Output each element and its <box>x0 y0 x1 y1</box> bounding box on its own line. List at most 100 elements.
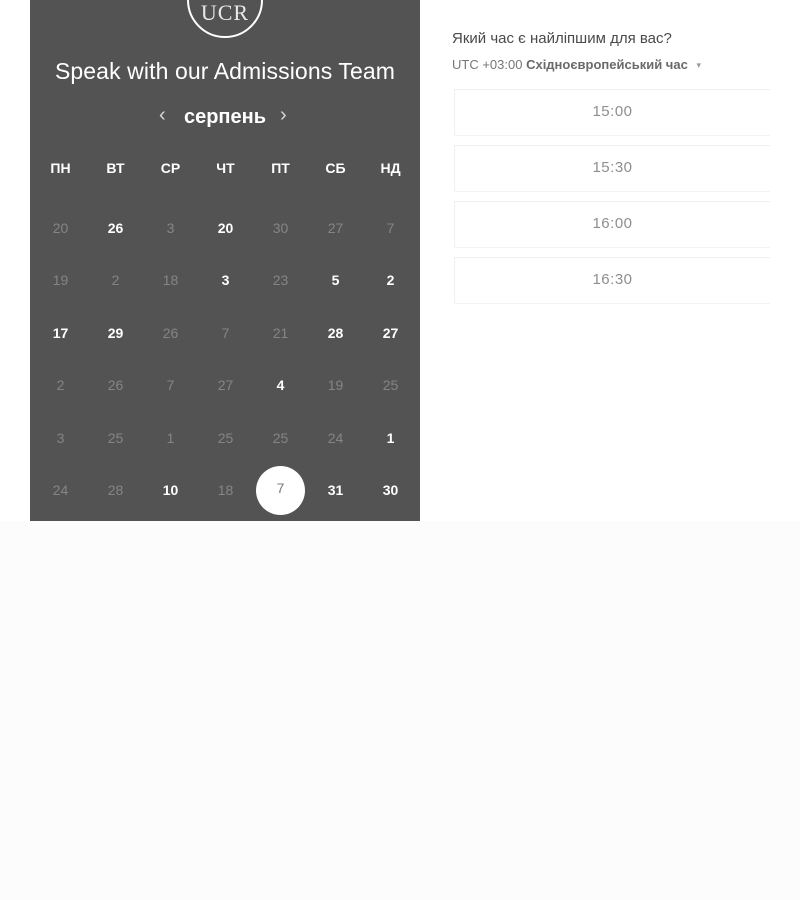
calendar-day: 25 <box>363 359 418 411</box>
calendar-day[interactable]: 3 <box>198 254 253 306</box>
day-number: 28 <box>327 324 344 341</box>
day-number: 2 <box>56 377 65 394</box>
day-number: 30 <box>382 481 399 498</box>
calendar-day: 21 <box>253 307 308 359</box>
calendar-day: 7 <box>143 359 198 411</box>
chevron-right-icon[interactable]: › <box>280 104 287 126</box>
day-number: 7 <box>166 377 175 394</box>
time-slot[interactable]: 16:00 <box>454 201 770 248</box>
calendar-day[interactable]: 26 <box>88 202 143 254</box>
weekday-sat: СБ <box>325 160 346 176</box>
weekday-fri: ПТ <box>271 160 290 176</box>
calendar-day[interactable]: 20 <box>198 202 253 254</box>
day-number: 27 <box>217 377 234 394</box>
day-number: 4 <box>276 377 285 394</box>
calendar-day[interactable]: 29 <box>88 307 143 359</box>
weekday-header: ПН ВТ СР ЧТ ПТ СБ НД <box>33 160 418 176</box>
day-number: 26 <box>107 220 124 236</box>
weekday-sun: НД <box>380 160 401 176</box>
ucr-logo: UCR <box>187 0 263 38</box>
calendar-day: 3 <box>33 412 88 464</box>
calendar-day: 24 <box>308 412 363 464</box>
day-number: 21 <box>272 324 289 341</box>
day-number: 2 <box>111 272 120 289</box>
weekday-mon: ПН <box>50 160 71 176</box>
time-slot[interactable]: 16:30 <box>454 257 770 304</box>
calendar-day: 24 <box>33 464 88 516</box>
weekday-wed: СР <box>160 160 181 176</box>
calendar-day[interactable]: 10 <box>143 464 198 516</box>
day-number: 7 <box>276 479 285 496</box>
month-label: серпень <box>183 106 267 128</box>
calendar-day: 19 <box>33 254 88 306</box>
calendar-day: 25 <box>88 412 143 464</box>
day-number: 24 <box>327 429 344 446</box>
day-number: 30 <box>272 220 289 236</box>
calendar-day: 23 <box>253 254 308 306</box>
weekday-thu: ЧТ <box>216 160 235 176</box>
day-number: 18 <box>162 272 179 289</box>
weekday-tue: ВТ <box>106 160 125 176</box>
day-number: 26 <box>162 324 179 341</box>
day-number: 1 <box>386 429 395 446</box>
calendar-day: 26 <box>88 359 143 411</box>
timezone-selector[interactable]: UTC +03:00 Східноєвропейський час ▾ <box>452 57 701 72</box>
calendar-day: 25 <box>253 412 308 464</box>
calendar-day: 26 <box>143 307 198 359</box>
day-number: 18 <box>217 481 234 498</box>
calendar-day[interactable]: 2 <box>363 254 418 306</box>
calendar-day[interactable]: 27 <box>363 307 418 359</box>
calendar-day[interactable]: 31 <box>308 464 363 516</box>
day-number: 23 <box>272 272 289 289</box>
day-number: 24 <box>52 481 69 498</box>
calendar-day[interactable]: 4 <box>253 359 308 411</box>
calendar-day[interactable]: 28 <box>308 307 363 359</box>
calendar-day: 28 <box>88 464 143 516</box>
day-number: 17 <box>52 324 69 341</box>
day-number: 3 <box>56 429 65 446</box>
calendar-day: 2 <box>33 359 88 411</box>
day-number: 25 <box>382 377 399 394</box>
calendar-day: 18 <box>143 254 198 306</box>
day-number: 25 <box>272 429 289 446</box>
day-number: 5 <box>331 272 340 289</box>
time-question: Який час є найліпшим для вас? <box>452 30 672 47</box>
time-slot[interactable]: 15:30 <box>454 145 770 192</box>
day-number: 19 <box>327 377 344 394</box>
calendar-day[interactable]: 17 <box>33 307 88 359</box>
calendar-day[interactable]: 30 <box>363 464 418 516</box>
calendar-day: 7 <box>198 307 253 359</box>
day-number: 20 <box>52 220 69 236</box>
calendar-day: 2 <box>88 254 143 306</box>
calendar-day: 19 <box>308 359 363 411</box>
calendar-panel: UCR Speak with our Admissions Team ‹ сер… <box>30 0 420 521</box>
day-number: 3 <box>166 220 175 236</box>
day-number: 10 <box>162 481 179 498</box>
calendar-day: 20 <box>33 202 88 254</box>
timezone-name: Східноєвропейський час <box>526 57 688 72</box>
day-number: 2 <box>386 272 395 289</box>
day-number: 19 <box>52 272 69 289</box>
calendar-day: 18 <box>198 464 253 516</box>
day-number: 25 <box>217 429 234 446</box>
page-bottom-area <box>0 521 800 900</box>
calendar-day[interactable]: 5 <box>308 254 363 306</box>
day-number: 7 <box>221 324 230 341</box>
calendar-day[interactable]: 1 <box>363 412 418 464</box>
day-number: 27 <box>327 220 344 236</box>
timezone-offset: UTC +03:00 <box>452 57 523 72</box>
day-number: 26 <box>107 377 124 394</box>
panel-title: Speak with our Admissions Team <box>54 58 396 84</box>
time-slot[interactable]: 15:00 <box>454 89 770 136</box>
calendar-day-selected[interactable]: 7 <box>253 464 308 516</box>
day-number: 28 <box>107 481 124 498</box>
logo-text: UCR <box>200 0 250 25</box>
day-number: 3 <box>221 272 230 289</box>
day-number: 25 <box>107 429 124 446</box>
calendar-day: 25 <box>198 412 253 464</box>
caret-down-icon: ▾ <box>696 60 701 70</box>
day-number: 31 <box>327 481 344 498</box>
calendar-day: 7 <box>363 202 418 254</box>
day-number: 20 <box>217 220 234 236</box>
day-number: 27 <box>382 324 399 341</box>
